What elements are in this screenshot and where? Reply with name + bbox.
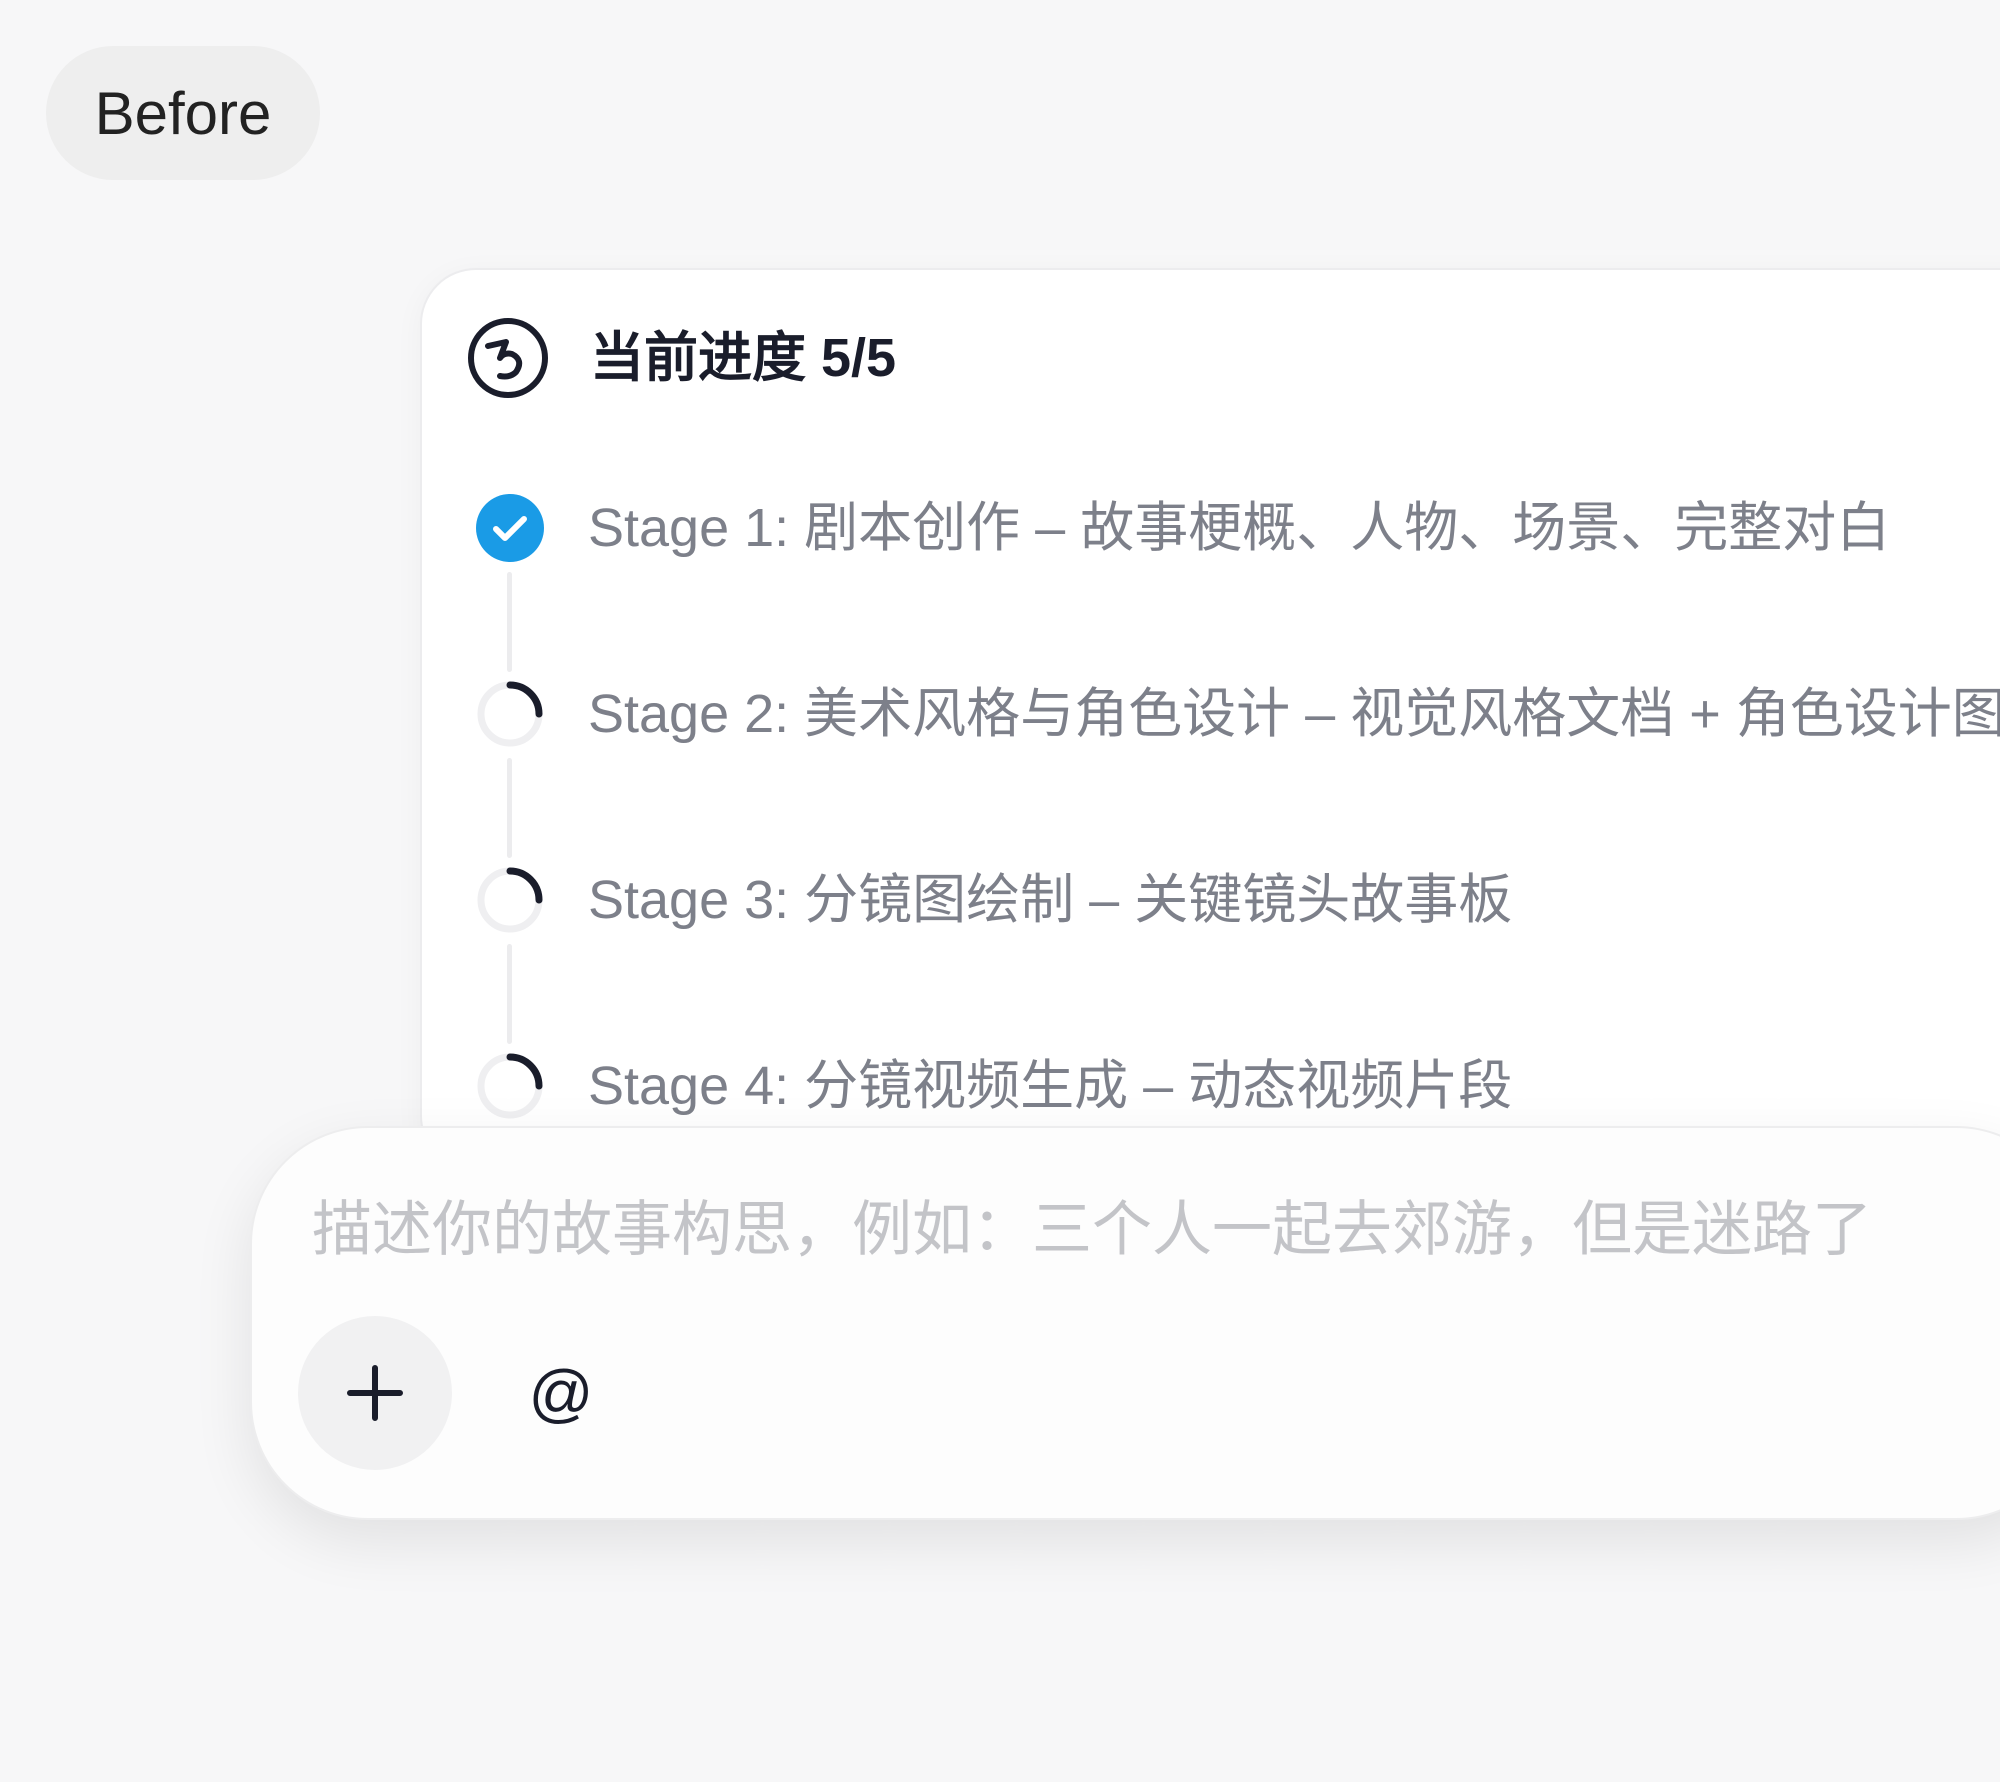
loading-spinner-icon xyxy=(477,1053,543,1119)
stage-connector xyxy=(507,944,512,1044)
stage-label: Stage 3: 分镜图绘制 – 关键镜头故事板 xyxy=(588,870,1513,930)
before-badge: Before xyxy=(46,46,320,180)
stage-label: Stage 4: 分镜视频生成 – 动态视频片段 xyxy=(588,1056,1513,1116)
story-prompt-input[interactable] xyxy=(312,1186,1992,1272)
mention-button[interactable]: @ xyxy=(518,1350,604,1436)
progress-title: 当前进度 5/5 xyxy=(590,328,897,388)
add-button[interactable] xyxy=(298,1316,452,1470)
stage-connector xyxy=(507,758,512,858)
loading-spinner-icon xyxy=(477,681,543,747)
stage-label: Stage 1: 剧本创作 – 故事梗概、人物、场景、完整对白 xyxy=(588,498,1891,558)
stage-label: Stage 2: 美术风格与角色设计 – 视觉风格文档 + 角色设计图 xyxy=(588,684,2000,744)
stage-connector xyxy=(507,572,512,672)
plus-icon xyxy=(347,1365,403,1421)
progress-icon xyxy=(468,318,548,398)
loading-spinner-icon xyxy=(477,867,543,933)
check-circle-icon xyxy=(476,494,544,562)
